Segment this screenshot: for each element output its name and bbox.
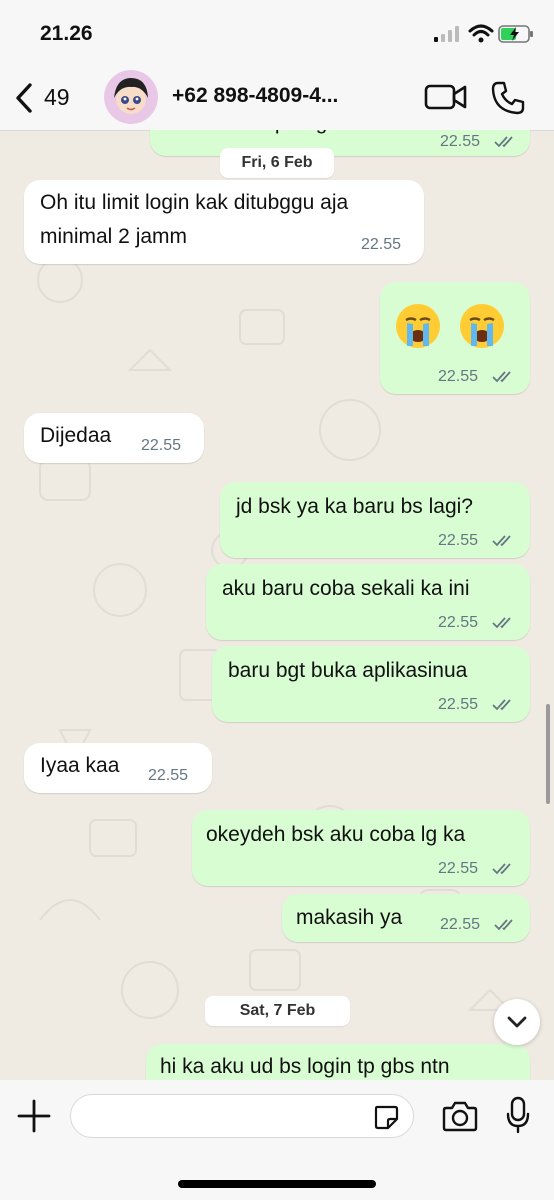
message-text: okeydeh bsk aku coba lg ka <box>206 823 466 846</box>
camera-icon[interactable] <box>442 1100 478 1132</box>
microphone-icon[interactable] <box>506 1096 530 1134</box>
crying-face-emoji-icon <box>460 304 504 348</box>
chat-header: 49 +62 898-4809-4... <box>0 68 554 131</box>
signal-icon <box>434 26 459 42</box>
message-bubble-outgoing[interactable]: 22.55 <box>380 282 530 394</box>
message-time: 22.55 <box>141 437 182 454</box>
message-text: Iyaa kaa <box>40 754 120 777</box>
crying-face-emoji-icon <box>396 304 440 348</box>
message-text: hi ka aku ud bs login tp gbs ntn <box>160 1055 450 1078</box>
message-bubble-incoming[interactable]: Dijedaa 22.55 <box>24 413 204 463</box>
message-bubble-outgoing[interactable]: okeydeh bsk aku coba lg ka 22.55 <box>192 810 530 886</box>
message-text: jd bsk ya ka baru bs lagi? <box>236 495 473 518</box>
unread-count[interactable]: 49 <box>44 84 70 111</box>
message-text: Oh itu limit login kak ditubggu aja <box>40 191 349 214</box>
message-time: 22.55 <box>438 614 479 631</box>
message-bubble-outgoing[interactable]: makasih ya 22.55 <box>282 894 530 942</box>
chevron-down-icon <box>507 1016 527 1028</box>
wifi-icon <box>468 24 494 43</box>
message-bubble-outgoing[interactable]: aku baru coba sekali ka ini 22.55 <box>206 564 530 640</box>
phone-call-icon[interactable] <box>490 80 526 116</box>
scrollbar-thumb[interactable] <box>546 704 550 804</box>
message-input[interactable] <box>70 1094 414 1138</box>
message-bubble-outgoing[interactable]: jd bsk ya ka baru bs lagi? 22.55 <box>220 482 530 558</box>
message-text-line2: minimal 2 jamm <box>40 225 188 248</box>
message-time: 22.55 <box>361 236 402 253</box>
status-bar: 21.26 <box>0 0 554 68</box>
message-time: 22.55 <box>440 133 481 150</box>
message-time: 22.55 <box>440 916 481 933</box>
avatar-image <box>104 70 158 124</box>
message-time: 22.55 <box>148 767 189 784</box>
compose-bar <box>0 1080 554 1200</box>
message-bubble-outgoing[interactable]: hi ka aku ud bs login tp gbs ntn <box>146 1044 530 1080</box>
message-bubble-outgoing[interactable]: baru bgt buka aplikasinua 22.55 <box>212 646 530 722</box>
message-time: 22.55 <box>438 860 479 877</box>
home-indicator <box>178 1180 376 1188</box>
message-bubble-incoming[interactable]: Oh itu limit login kak ditubggu aja mini… <box>24 180 424 264</box>
message-text: makasih ya <box>296 906 403 929</box>
chat-area[interactable]: device aku ipad gen 10 22.55 Fri, 6 Feb … <box>0 130 554 1080</box>
battery-charging-icon <box>498 25 533 43</box>
read-ticks-icon <box>494 136 513 148</box>
video-call-icon[interactable] <box>424 82 468 112</box>
message-text: baru bgt buka aplikasinua <box>228 659 468 682</box>
read-ticks-icon <box>492 863 511 875</box>
message-text: device aku ipad gen 10 <box>164 130 380 139</box>
message-time: 22.55 <box>438 696 479 713</box>
read-ticks-icon <box>494 919 513 931</box>
read-ticks-icon <box>492 617 511 629</box>
message-text: aku baru coba sekali ka ini <box>222 577 470 600</box>
date-separator: Sat, 7 Feb <box>205 996 350 1026</box>
scroll-to-bottom-button[interactable] <box>494 999 540 1045</box>
message-bubble-incoming[interactable]: Iyaa kaa 22.55 <box>24 743 212 793</box>
contact-name[interactable]: +62 898-4809-4... <box>172 84 338 108</box>
read-ticks-icon <box>492 371 511 383</box>
avatar[interactable] <box>104 70 158 124</box>
sticker-icon[interactable] <box>373 1104 399 1130</box>
status-time: 21.26 <box>40 22 93 45</box>
message-text: Dijedaa <box>40 424 112 447</box>
message-time: 22.55 <box>438 532 479 549</box>
back-chevron-icon[interactable] <box>10 80 40 116</box>
read-ticks-icon <box>492 699 511 711</box>
read-ticks-icon <box>492 535 511 547</box>
plus-icon[interactable] <box>16 1098 52 1134</box>
message-bubble-outgoing[interactable]: device aku ipad gen 10 22.55 <box>150 130 530 156</box>
date-separator: Fri, 6 Feb <box>220 148 334 178</box>
message-time: 22.55 <box>438 368 479 385</box>
